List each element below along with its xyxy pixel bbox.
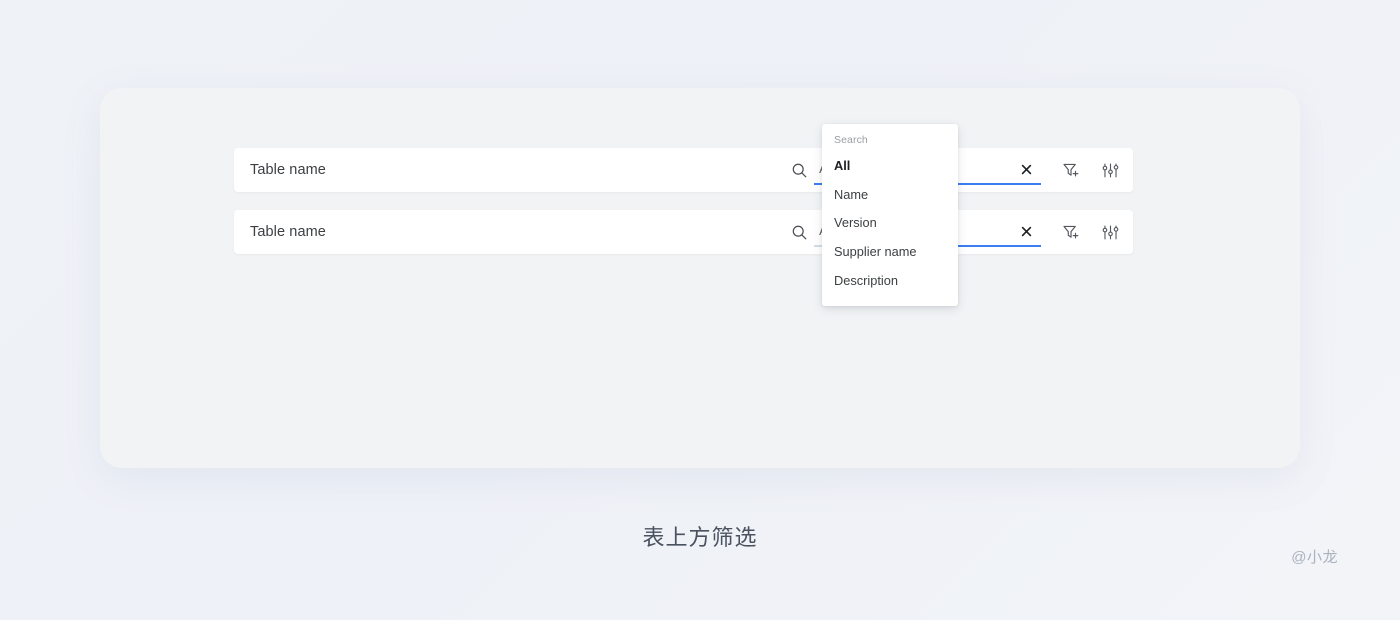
sliders-settings-icon[interactable] (1097, 219, 1123, 245)
search-scope-dropdown: Search All Name Version Supplier name De… (822, 124, 958, 306)
filter-add-icon[interactable] (1057, 219, 1083, 245)
close-icon[interactable] (1017, 161, 1035, 179)
search-icon[interactable] (786, 157, 812, 183)
content-panel: Table name All (100, 88, 1300, 468)
watermark: @小龙 (1291, 549, 1338, 566)
close-icon[interactable] (1017, 223, 1035, 241)
sliders-settings-icon[interactable] (1097, 157, 1123, 183)
dropdown-item-supplier-name[interactable]: Supplier name (822, 238, 958, 267)
dropdown-item-name[interactable]: Name (822, 181, 958, 210)
table-title: Table name (250, 162, 326, 178)
dropdown-item-all[interactable]: All (822, 152, 958, 181)
page-caption: 表上方筛选 (642, 525, 758, 550)
filter-add-icon[interactable] (1057, 157, 1083, 183)
dropdown-item-version[interactable]: Version (822, 209, 958, 238)
table-toolbar-row: Table name All (234, 148, 1133, 192)
dropdown-title: Search (834, 134, 868, 146)
screenshot-stage: Table name All (0, 0, 1400, 620)
dropdown-item-description[interactable]: Description (822, 267, 958, 296)
table-toolbar-row: Table name All (234, 210, 1133, 254)
table-title: Table name (250, 224, 326, 240)
search-icon[interactable] (786, 219, 812, 245)
trailing-icon-group (1057, 219, 1123, 245)
trailing-icon-group (1057, 157, 1123, 183)
